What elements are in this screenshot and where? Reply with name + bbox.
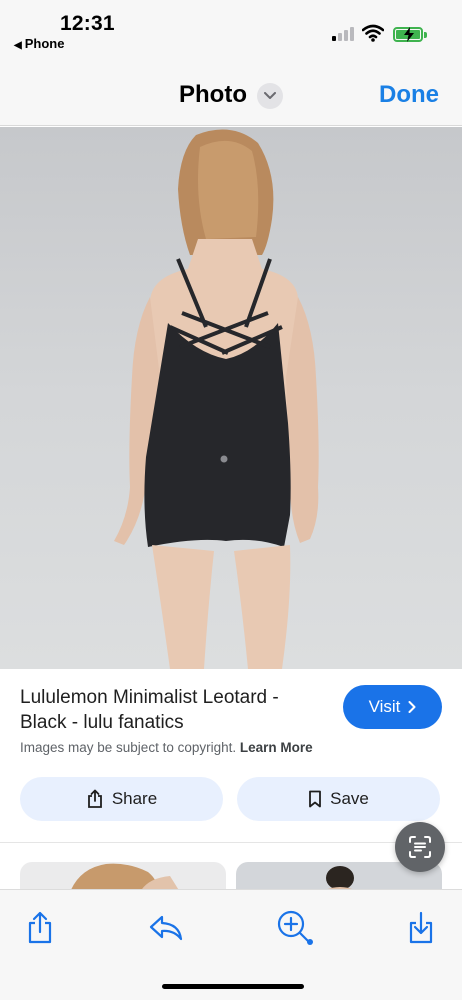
title-menu-button[interactable] bbox=[257, 83, 283, 109]
leotard-photo-illustration bbox=[114, 129, 319, 669]
reply-button[interactable] bbox=[146, 908, 186, 948]
status-time: 12:31 bbox=[60, 12, 115, 35]
reply-icon bbox=[149, 915, 183, 941]
copyright-notice: Images may be subject to copyright. Lear… bbox=[20, 740, 313, 755]
product-photo[interactable] bbox=[0, 127, 462, 669]
wifi-icon bbox=[361, 24, 385, 42]
done-button[interactable]: Done bbox=[379, 81, 439, 109]
charging-bolt-icon bbox=[404, 27, 414, 42]
zoom-in-icon bbox=[277, 910, 313, 945]
bookmark-icon bbox=[309, 790, 322, 808]
share-toolbar-button[interactable] bbox=[20, 908, 60, 948]
copyright-text: Images may be subject to copyright. bbox=[20, 740, 237, 755]
related-image-thumbnail[interactable] bbox=[20, 862, 226, 892]
battery-icon bbox=[393, 27, 423, 42]
share-label: Share bbox=[111, 789, 158, 808]
status-bar: 12:31 ◀ Phone bbox=[0, 0, 462, 62]
visit-label: Visit bbox=[368, 697, 401, 716]
learn-more-link[interactable]: Learn More bbox=[240, 740, 313, 755]
scan-text-icon bbox=[409, 836, 431, 858]
bottom-toolbar bbox=[0, 889, 462, 1000]
home-indicator[interactable] bbox=[162, 984, 304, 989]
download-icon bbox=[409, 911, 433, 944]
share-icon bbox=[87, 789, 102, 808]
markup-zoom-button[interactable] bbox=[274, 908, 314, 948]
thumbnail-image bbox=[70, 863, 180, 892]
save-label: Save bbox=[330, 789, 369, 808]
share-icon bbox=[28, 911, 52, 944]
chevron-down-icon bbox=[264, 92, 276, 99]
cellular-signal-icon bbox=[332, 27, 354, 41]
image-info-panel: Lululemon Minimalist Leotard - Black - l… bbox=[0, 669, 462, 844]
share-button[interactable]: Share bbox=[20, 777, 223, 821]
result-title[interactable]: Lululemon Minimalist Leotard - Black - l… bbox=[20, 685, 320, 735]
section-divider bbox=[0, 842, 462, 843]
visit-button[interactable]: Visit bbox=[343, 685, 442, 729]
back-arrow-icon: ◀ bbox=[14, 40, 22, 51]
battery-cap bbox=[424, 32, 427, 38]
back-app-label: Phone bbox=[24, 36, 65, 51]
back-to-app-link[interactable]: ◀ Phone bbox=[14, 36, 64, 51]
navigation-bar: Photo Done bbox=[0, 62, 462, 126]
save-button[interactable]: Save bbox=[237, 777, 440, 821]
save-to-files-button[interactable] bbox=[401, 908, 441, 948]
chevron-right-icon bbox=[408, 701, 416, 713]
page-title: Photo bbox=[179, 81, 247, 108]
visual-search-button[interactable] bbox=[395, 822, 445, 872]
